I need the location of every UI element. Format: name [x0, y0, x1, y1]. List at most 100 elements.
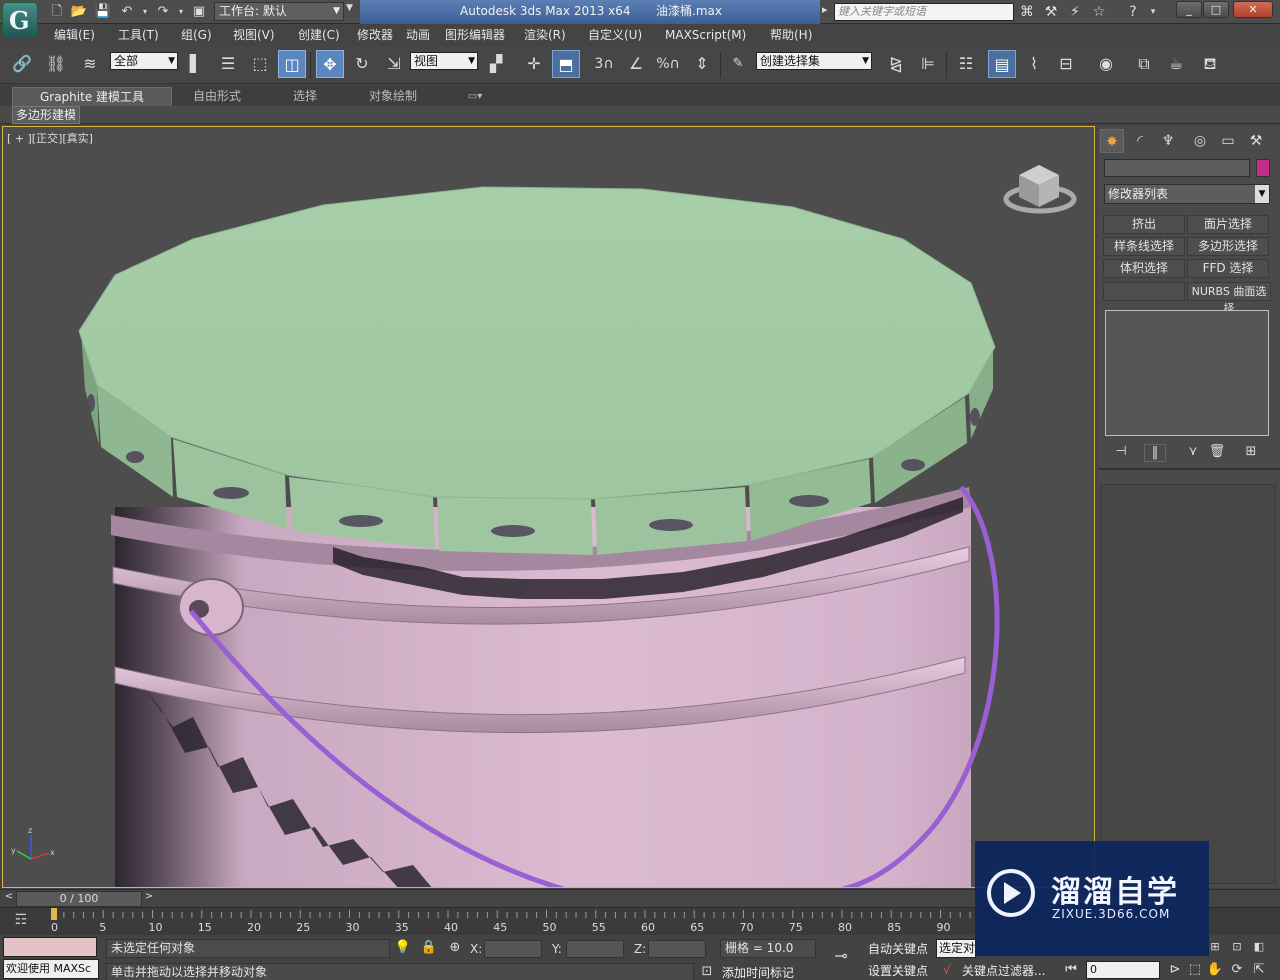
reference-coordinate-dropdown[interactable]: 视图 ▼: [410, 52, 478, 70]
communication-center-icon[interactable]: ⚡: [1064, 2, 1086, 22]
mirror-icon[interactable]: ⧎: [882, 50, 910, 78]
redo-dropdown-icon[interactable]: ▾: [176, 3, 186, 20]
undo-icon[interactable]: ↶: [118, 3, 136, 20]
viewport-view-menu[interactable]: [正交]: [32, 132, 63, 145]
layer-manager-icon[interactable]: ☷: [952, 50, 980, 78]
menu-edit[interactable]: 编辑(E): [54, 26, 95, 44]
rectangular-selection-icon[interactable]: ⬚: [246, 50, 274, 78]
modifier-stack[interactable]: [1105, 310, 1269, 436]
time-slider[interactable]: 0 / 100: [16, 891, 142, 907]
menu-animation[interactable]: 动画: [406, 26, 430, 44]
menu-help[interactable]: 帮助(H): [770, 26, 812, 44]
curve-editor-icon[interactable]: ⌇: [1020, 50, 1048, 78]
select-move-icon[interactable]: ✥: [316, 50, 344, 78]
menu-group[interactable]: 组(G): [181, 26, 212, 44]
menu-tools[interactable]: 工具(T): [118, 26, 159, 44]
x-coordinate-field[interactable]: [484, 940, 542, 958]
poly-select-button[interactable]: 多边形选择: [1187, 237, 1269, 256]
modifier-list-dropdown[interactable]: 修改器列表 ▼: [1104, 184, 1270, 204]
viewport-perspective[interactable]: [ + ][正交][真实] z x y: [2, 126, 1095, 888]
search-input[interactable]: 键入关键字或短语: [834, 3, 1014, 21]
pan-view-icon[interactable]: ✋: [1206, 961, 1224, 979]
new-file-icon[interactable]: 🗋: [48, 3, 66, 20]
menu-graph-editors[interactable]: 图形编辑器: [445, 26, 505, 44]
select-by-name-icon[interactable]: ☰: [214, 50, 242, 78]
manipulate-icon[interactable]: ✛: [520, 50, 548, 78]
spline-select-button[interactable]: 样条线选择: [1103, 237, 1185, 256]
object-name-field[interactable]: [1104, 159, 1250, 177]
maximize-toggle-icon[interactable]: ⇱: [1250, 961, 1268, 979]
align-icon[interactable]: ⊫: [914, 50, 942, 78]
percent-snap-icon[interactable]: %∩: [654, 50, 682, 78]
volume-select-button[interactable]: 体积选择: [1103, 259, 1185, 278]
keyboard-shortcut-override-icon[interactable]: ⬒: [552, 50, 580, 78]
material-editor-icon[interactable]: ◉: [1092, 50, 1120, 78]
tab-selection[interactable]: 选择: [284, 87, 326, 106]
info-center-arrow-icon[interactable]: ▸: [822, 3, 828, 16]
restore-button[interactable]: □: [1203, 1, 1229, 18]
menu-rendering[interactable]: 渲染(R): [524, 26, 566, 44]
selected-set-dropdown[interactable]: 选定对: [936, 939, 976, 958]
maxscript-listener-swatch[interactable]: [3, 937, 97, 957]
close-button[interactable]: ✕: [1233, 1, 1273, 18]
tab-graphite-modeling[interactable]: Graphite 建模工具: [12, 87, 172, 106]
z-coordinate-field[interactable]: [648, 940, 706, 958]
absolute-mode-icon[interactable]: ⊕: [446, 939, 464, 957]
zoom-extents-all-icon[interactable]: ⊡: [1228, 938, 1246, 956]
open-file-icon[interactable]: 📂: [70, 3, 88, 20]
motion-panel-icon[interactable]: ◎: [1188, 129, 1212, 153]
display-panel-icon[interactable]: ▭: [1216, 129, 1240, 153]
configure-modifier-sets-icon[interactable]: ⊞: [1240, 444, 1262, 462]
menu-create[interactable]: 创建(C): [298, 26, 340, 44]
select-scale-icon[interactable]: ⇲: [380, 50, 408, 78]
project-folder-icon[interactable]: ▣: [190, 3, 208, 20]
pivot-center-icon[interactable]: ▞: [482, 50, 510, 78]
tab-polygon-modeling[interactable]: 多边形建模: [12, 106, 80, 124]
view-cube-icon[interactable]: [1003, 165, 1077, 214]
current-frame-field[interactable]: 0: [1086, 961, 1160, 979]
help-icon[interactable]: ?: [1122, 2, 1144, 22]
link-icon[interactable]: 🔗: [8, 50, 36, 78]
viewport-plus-menu[interactable]: [ + ]: [7, 132, 32, 145]
orbit-icon[interactable]: ⟳: [1228, 961, 1246, 979]
save-file-icon[interactable]: 💾: [94, 3, 112, 20]
render-setup-icon[interactable]: ⧉: [1130, 50, 1158, 78]
schematic-view-icon[interactable]: ⊟: [1052, 50, 1080, 78]
graphite-toggle-icon[interactable]: ▤: [988, 50, 1016, 78]
subscription-key-icon[interactable]: ⚒: [1040, 2, 1062, 22]
maximize-viewport-icon[interactable]: ◧: [1250, 938, 1268, 956]
region-zoom-icon[interactable]: ⬚: [1186, 961, 1204, 979]
help-dropdown-icon[interactable]: ▾: [1142, 2, 1164, 22]
current-frame-marker[interactable]: [51, 908, 57, 920]
workspace-dropdown[interactable]: 工作台: 默认 ▼: [214, 2, 344, 21]
minimize-button[interactable]: _: [1176, 1, 1202, 18]
edit-named-selection-icon[interactable]: ✎: [724, 50, 752, 78]
named-selection-dropdown[interactable]: 创建选择集 ▼: [756, 52, 872, 70]
hierarchy-panel-icon[interactable]: ♆: [1156, 129, 1180, 153]
go-to-start-icon[interactable]: ⏮: [1062, 961, 1080, 979]
object-color-swatch[interactable]: [1256, 159, 1270, 177]
snaps-toggle-icon[interactable]: 3∩: [590, 50, 618, 78]
key-mode-icon[interactable]: ⊸: [832, 947, 850, 965]
patch-select-button[interactable]: 面片选择: [1187, 215, 1269, 234]
create-panel-icon[interactable]: ✸: [1100, 129, 1124, 153]
modify-panel-icon[interactable]: ◜: [1128, 129, 1152, 153]
ffd-select-button[interactable]: FFD 选择: [1187, 259, 1269, 278]
window-crossing-icon[interactable]: ◫: [278, 50, 306, 78]
redo-icon[interactable]: ↷: [154, 3, 172, 20]
selection-filter-dropdown[interactable]: 全部 ▼: [110, 52, 178, 70]
utilities-panel-icon[interactable]: ⚒: [1244, 129, 1268, 153]
maxscript-mini-listener[interactable]: 欢迎使用 MAXSc: [3, 959, 99, 979]
favorites-star-icon[interactable]: ☆: [1088, 2, 1110, 22]
remove-modifier-icon[interactable]: 🗑: [1206, 444, 1228, 462]
rendered-frame-window-icon[interactable]: ☕: [1162, 50, 1190, 78]
nurbs-surface-select-button[interactable]: NURBS 曲面选择: [1187, 282, 1271, 315]
bind-space-warp-icon[interactable]: ≋: [76, 50, 104, 78]
undo-dropdown-icon[interactable]: ▾: [140, 3, 150, 20]
menu-views[interactable]: 视图(V): [233, 26, 275, 44]
binoculars-icon[interactable]: ⌘: [1016, 2, 1038, 22]
select-object-icon[interactable]: ▌: [182, 50, 210, 78]
add-time-tag-label[interactable]: 添加时间标记: [722, 964, 794, 980]
next-frame-icon[interactable]: >: [142, 891, 156, 907]
tab-object-paint[interactable]: 对象绘制: [362, 87, 424, 106]
